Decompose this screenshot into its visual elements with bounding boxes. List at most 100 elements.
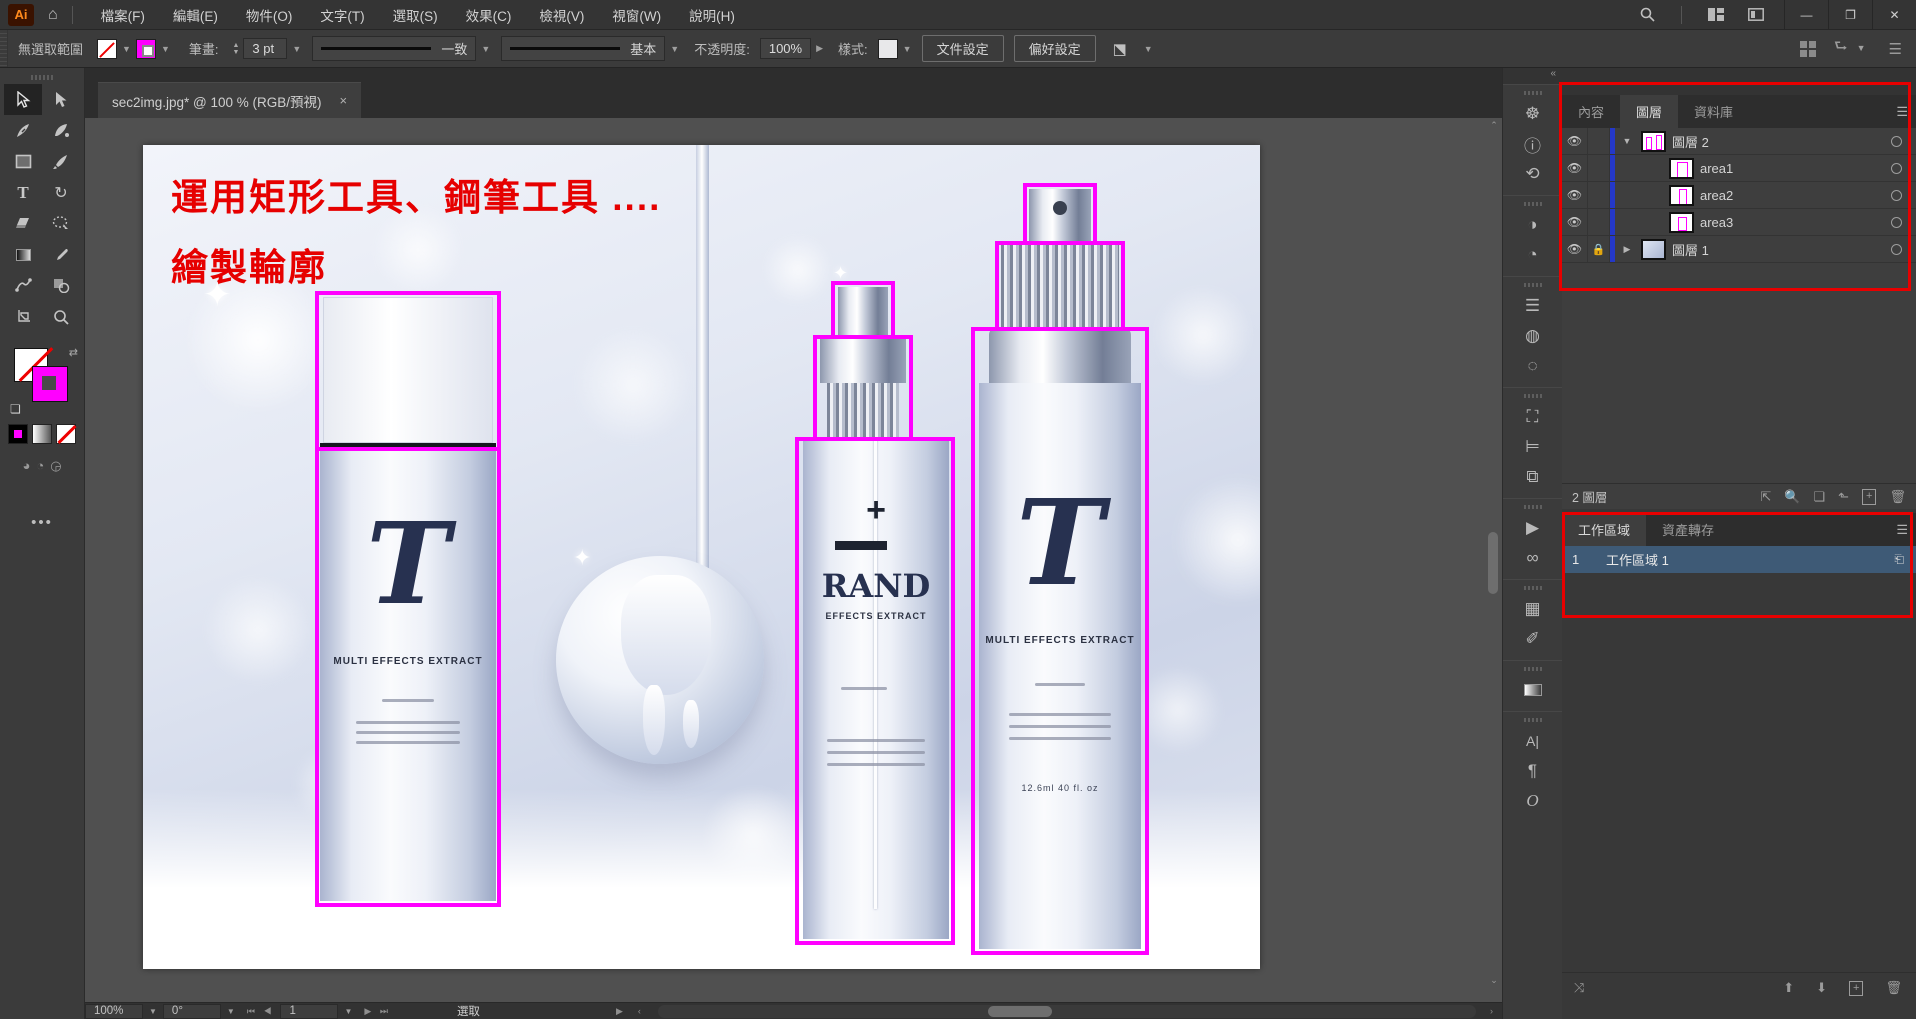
draw-behind-button[interactable]: ◔ [36,458,44,474]
color-mode-button[interactable] [8,424,28,444]
collect-for-export-icon[interactable]: ⇱ [1760,489,1771,505]
delete-layer-icon[interactable]: 🗑 [1889,489,1906,505]
layer-row[interactable]: 👁 ▼ 圖層 2 [1562,128,1916,155]
type-tool[interactable]: T [4,177,42,208]
artboard-image[interactable]: ✦ ✦ ✦ T MULTI EFFECTS EXTRACT [143,145,1260,969]
eyedropper-tool[interactable] [42,239,80,270]
chevron-down-icon[interactable]: ▼ [292,44,301,54]
chevron-right-icon[interactable]: ▶ [1619,244,1635,255]
paintbrush-tool[interactable] [42,146,80,177]
lock-toggle[interactable] [1588,182,1610,208]
layer-name[interactable]: area1 [1700,161,1733,176]
layer-row[interactable]: 👁 🔒 ▶ 圖層 1 [1562,236,1916,263]
layer-row[interactable]: 👁 area1 [1562,155,1916,182]
zoom-level-select[interactable]: 100% [85,1004,143,1019]
stroke-color-chip[interactable] [32,366,68,402]
menu-item-effect[interactable]: 效果(C) [452,0,526,30]
menu-item-help[interactable]: 說明(H) [675,0,749,30]
horizontal-scrollbar[interactable] [658,1005,1476,1018]
layer-thumbnail[interactable] [1641,239,1666,260]
tab-artboards[interactable]: 工作區域 [1562,513,1646,546]
layer-row[interactable]: 👁 area2 [1562,182,1916,209]
stroke-icon[interactable]: ☰ [1503,291,1562,321]
appearance-icon[interactable]: ◌ [1503,351,1562,381]
lock-toggle[interactable] [1588,155,1610,181]
selection-tool[interactable] [4,84,42,115]
opacity-value[interactable]: 100% [760,38,811,59]
chevron-down-icon[interactable]: ▼ [481,44,490,54]
color-guide-icon[interactable]: ◔ [1503,240,1562,270]
layer-thumbnail[interactable] [1641,131,1666,152]
expand-panels-icon[interactable]: « [1503,68,1562,84]
artboard-page-icon[interactable]: ⎗ [1894,552,1904,567]
control-panel-menu-icon[interactable]: ☰ [1889,40,1902,58]
brush-definition-dropdown[interactable]: 基本 [501,36,665,61]
variable-width-profile-dropdown[interactable]: 一致 [312,36,476,61]
close-tab-icon[interactable]: × [340,93,348,108]
stroke-weight-stepper[interactable]: ▲▼ [232,42,239,56]
panel-menu-icon[interactable]: ☰ [1896,522,1908,538]
layer-name[interactable]: area3 [1700,215,1733,230]
paragraph-icon[interactable]: ¶ [1503,756,1562,786]
tab-libraries[interactable]: 資料庫 [1678,95,1749,128]
artboard-name[interactable]: 工作區域 1 [1606,550,1669,569]
curvature-tool[interactable] [42,115,80,146]
target-circle[interactable] [1891,190,1902,201]
navigator-icon[interactable]: ☸ [1503,99,1562,129]
links-icon[interactable]: ∞ [1503,543,1562,573]
lock-toggle[interactable] [1588,209,1610,235]
target-circle[interactable] [1891,163,1902,174]
chevron-down-icon[interactable]: ▼ [1619,136,1635,146]
chevron-down-icon[interactable]: ▼ [221,1007,241,1016]
scroll-left-icon[interactable]: ‹ [632,1006,650,1016]
eraser-tool[interactable] [4,208,42,239]
scroll-right-icon[interactable]: › [1484,1006,1502,1016]
move-down-icon[interactable]: ⬇ [1816,980,1827,996]
align-glyphs-icon[interactable]: ⬔ [1113,40,1127,58]
layer-name[interactable]: 圖層 2 [1672,132,1709,151]
menu-item-object[interactable]: 物件(O) [232,0,307,30]
horizontal-scroll-thumb[interactable] [988,1006,1052,1017]
move-up-icon[interactable]: ⬆ [1783,980,1794,996]
align-icon[interactable]: ⊨ [1503,432,1562,462]
menu-item-select[interactable]: 選取(S) [379,0,452,30]
target-circle[interactable] [1891,217,1902,228]
layer-row[interactable]: 👁 area3 [1562,209,1916,236]
artboards-icon[interactable]: ▦ [1503,594,1562,624]
pathfinder-icon[interactable]: ⧉ [1503,462,1562,492]
chevron-down-icon[interactable]: ▼ [1144,44,1153,54]
chevron-right-icon[interactable]: ▶ [816,43,823,54]
scroll-down-icon[interactable]: ⌄ [1488,975,1500,986]
new-layer-icon[interactable]: + [1862,489,1876,505]
none-mode-button[interactable] [56,424,76,444]
visibility-eye-icon[interactable]: 👁 [1562,236,1588,262]
workspace-switcher-icon[interactable] [1708,8,1724,21]
info-icon[interactable]: ⓘ [1503,129,1562,159]
stroke-weight-value[interactable]: 3 pt [243,38,287,59]
touch-workspace-icon[interactable] [1800,41,1816,57]
artboard-navigation-value[interactable]: 1 [280,1004,338,1019]
snap-options-icon[interactable]: ⮑ ▼ [1834,36,1871,61]
gradient-mode-button[interactable] [32,424,52,444]
lock-toggle[interactable] [1588,128,1610,154]
layer-thumbnail[interactable] [1669,212,1694,233]
gradient-tool[interactable] [4,239,42,270]
delete-artboard-icon[interactable]: 🗑 [1885,980,1902,996]
target-circle[interactable] [1891,136,1902,147]
opentype-icon[interactable]: O [1503,786,1562,816]
minimize-button[interactable]: — [1784,0,1828,30]
canvas-area[interactable]: ✦ ✦ ✦ T MULTI EFFECTS EXTRACT [85,118,1502,1002]
actions-icon[interactable]: ▶ [1503,513,1562,543]
tab-asset-export[interactable]: 資產轉存 [1646,513,1730,546]
document-setup-button[interactable]: 文件設定 [922,35,1004,62]
last-artboard-icon[interactable]: ▶ ⏭ [358,1006,397,1017]
target-circle[interactable] [1891,244,1902,255]
pen-tool[interactable] [4,115,42,146]
search-icon[interactable] [1640,7,1655,22]
visibility-eye-icon[interactable]: 👁 [1562,182,1588,208]
menu-item-view[interactable]: 檢視(V) [525,0,598,30]
menu-item-file[interactable]: 檔案(F) [87,0,159,30]
chevron-down-icon[interactable]: ▼ [161,44,170,54]
layer-thumbnail[interactable] [1669,185,1694,206]
chevron-down-icon[interactable]: ▼ [338,1007,358,1016]
